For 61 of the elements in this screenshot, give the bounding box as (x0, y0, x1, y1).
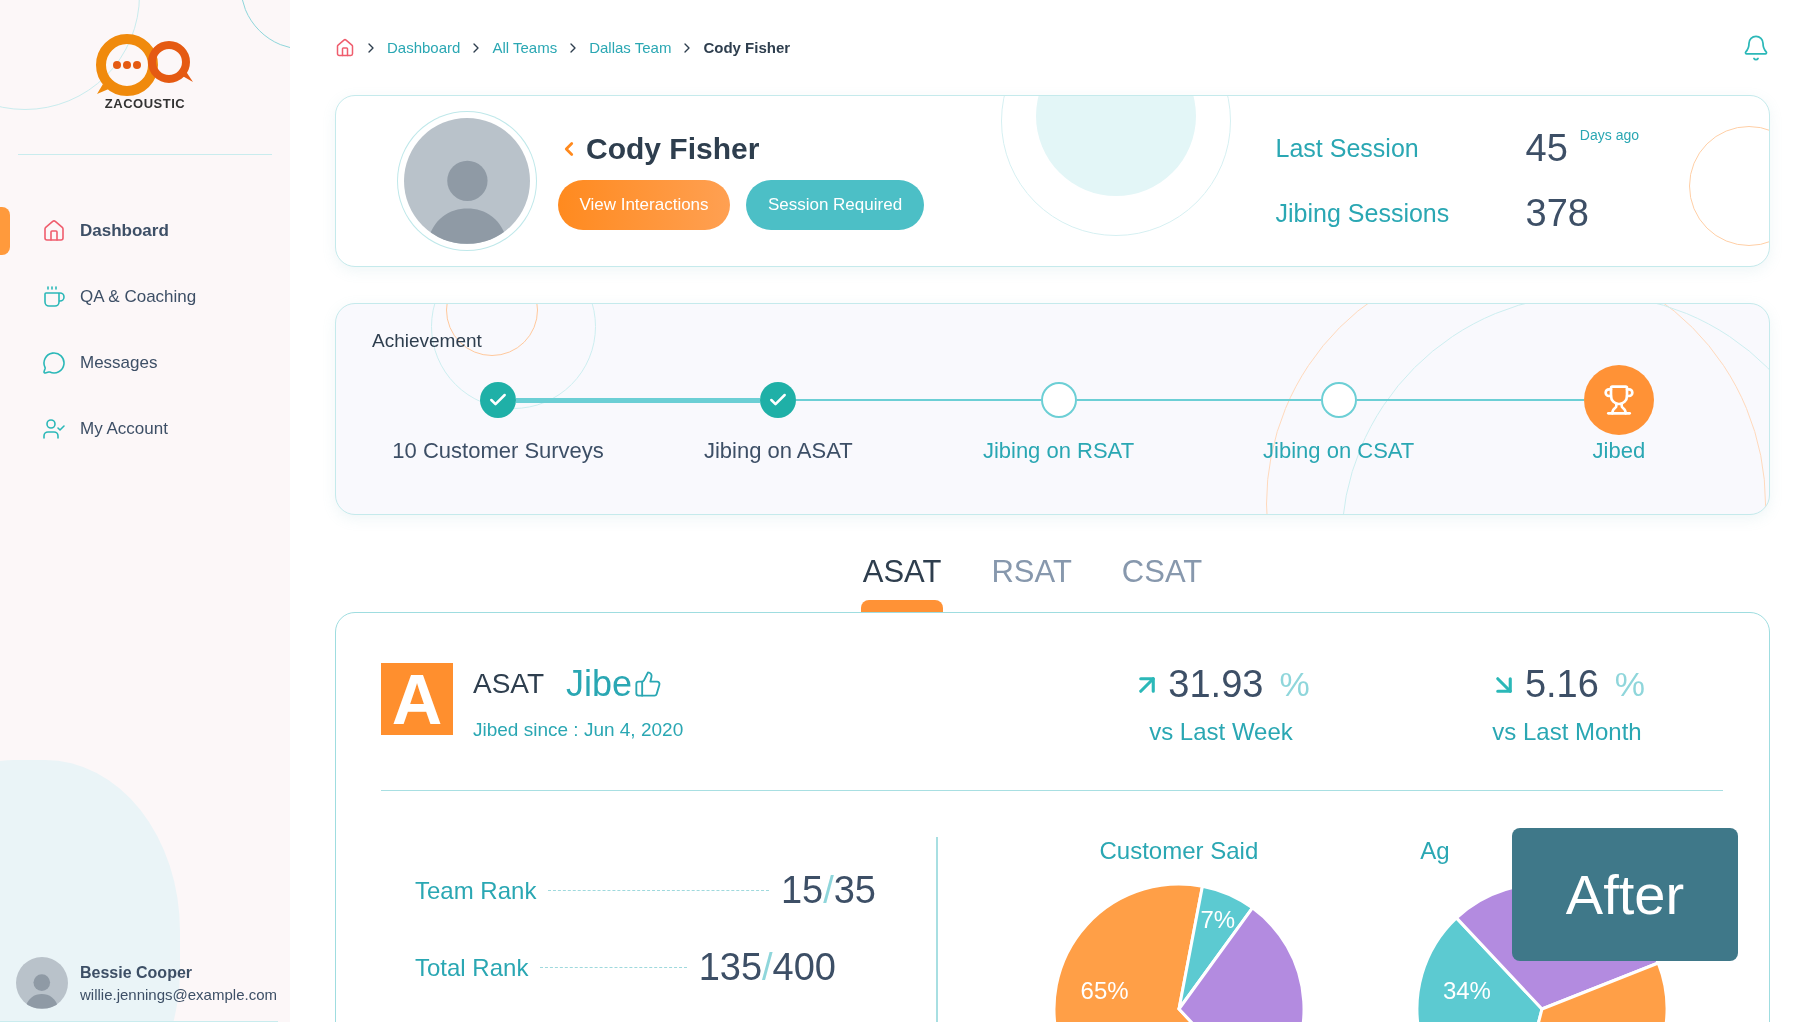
nav-item[interactable]: Messages (0, 339, 290, 387)
interactions-button[interactable]: View Interactions (558, 180, 730, 230)
status-label: Jibe (566, 663, 633, 706)
slice-label: 7% (1200, 905, 1235, 933)
since-text: Jibed since : Jun 4, 2020 (473, 719, 684, 742)
rank-separator: / (823, 869, 834, 913)
stat-label: Last Session (1275, 134, 1420, 163)
breadcrumb-link[interactable]: Dallas Team (589, 39, 672, 56)
slice-label: 34% (1442, 977, 1491, 1005)
chart-title: Customer Said (1099, 837, 1259, 866)
change-value: 5.16 (1524, 663, 1599, 707)
change-caption: vs Last Month (1492, 718, 1642, 747)
rank-value: 135 (698, 946, 763, 990)
logo-text: ZACOUSTIC (104, 96, 186, 111)
step-label: 10 Customer Surveys (392, 438, 604, 464)
metric-logo: A (381, 663, 453, 736)
user-check-icon (42, 417, 66, 441)
rank-total: 35 (833, 869, 876, 913)
user-email: willie.jennings@example.com (80, 985, 277, 1003)
user-name: Bessie Cooper (80, 963, 194, 982)
achievement-title: Achievement (372, 330, 483, 352)
cup-icon (42, 285, 66, 309)
breadcrumb-link[interactable]: Cody Fisher (703, 39, 791, 56)
stat-unit: Days ago (1579, 127, 1639, 143)
slice-label: 65% (1080, 977, 1129, 1005)
tab[interactable]: CSAT (1119, 547, 1205, 613)
home-icon (42, 219, 66, 243)
chat-icon (42, 351, 66, 375)
rank-value: 15 (780, 869, 824, 913)
bell-icon[interactable] (1742, 33, 1770, 62)
step-label: Jibing on ASAT (703, 438, 853, 464)
step-label: Jibing on RSAT (982, 438, 1135, 464)
thumbs-up-icon (634, 670, 663, 699)
stat-label: Jibing Sessions (1275, 199, 1451, 228)
active-indicator (0, 207, 10, 255)
rank-separator: / (762, 946, 773, 990)
step-label: Jibing on CSAT (1263, 438, 1415, 464)
breadcrumb-link[interactable]: All Teams (492, 39, 558, 56)
home-icon[interactable] (335, 37, 355, 58)
step-label: Jibed (1592, 438, 1646, 464)
breadcrumb-link[interactable]: Dashboard (387, 39, 461, 56)
rank-label: Team Rank (415, 876, 537, 905)
rank-total: 400 (772, 946, 836, 990)
change-unit: % (1279, 665, 1310, 705)
nav-item[interactable]: QA & Coaching (0, 273, 290, 321)
session-button[interactable]: Session Required (746, 180, 924, 230)
trophy-icon (1602, 384, 1635, 416)
tab[interactable]: ASAT (860, 547, 944, 613)
stat-value: 45 (1525, 127, 1568, 170)
nav-item[interactable]: My Account (0, 405, 290, 453)
change-unit: % (1614, 665, 1646, 705)
overlay-label: After (1512, 828, 1738, 961)
metric-name: ASAT (473, 668, 545, 701)
profile-name: Cody Fisher (586, 132, 760, 166)
rank-label: Total Rank (415, 953, 529, 982)
tab[interactable]: RSAT (989, 547, 1074, 613)
change-value: 31.93 (1168, 663, 1264, 707)
nav-item[interactable]: Dashboard (0, 207, 290, 255)
chart-title: Ag (1420, 837, 1450, 866)
change-caption: vs Last Week (1149, 718, 1293, 747)
stat-value: 378 (1525, 192, 1589, 235)
